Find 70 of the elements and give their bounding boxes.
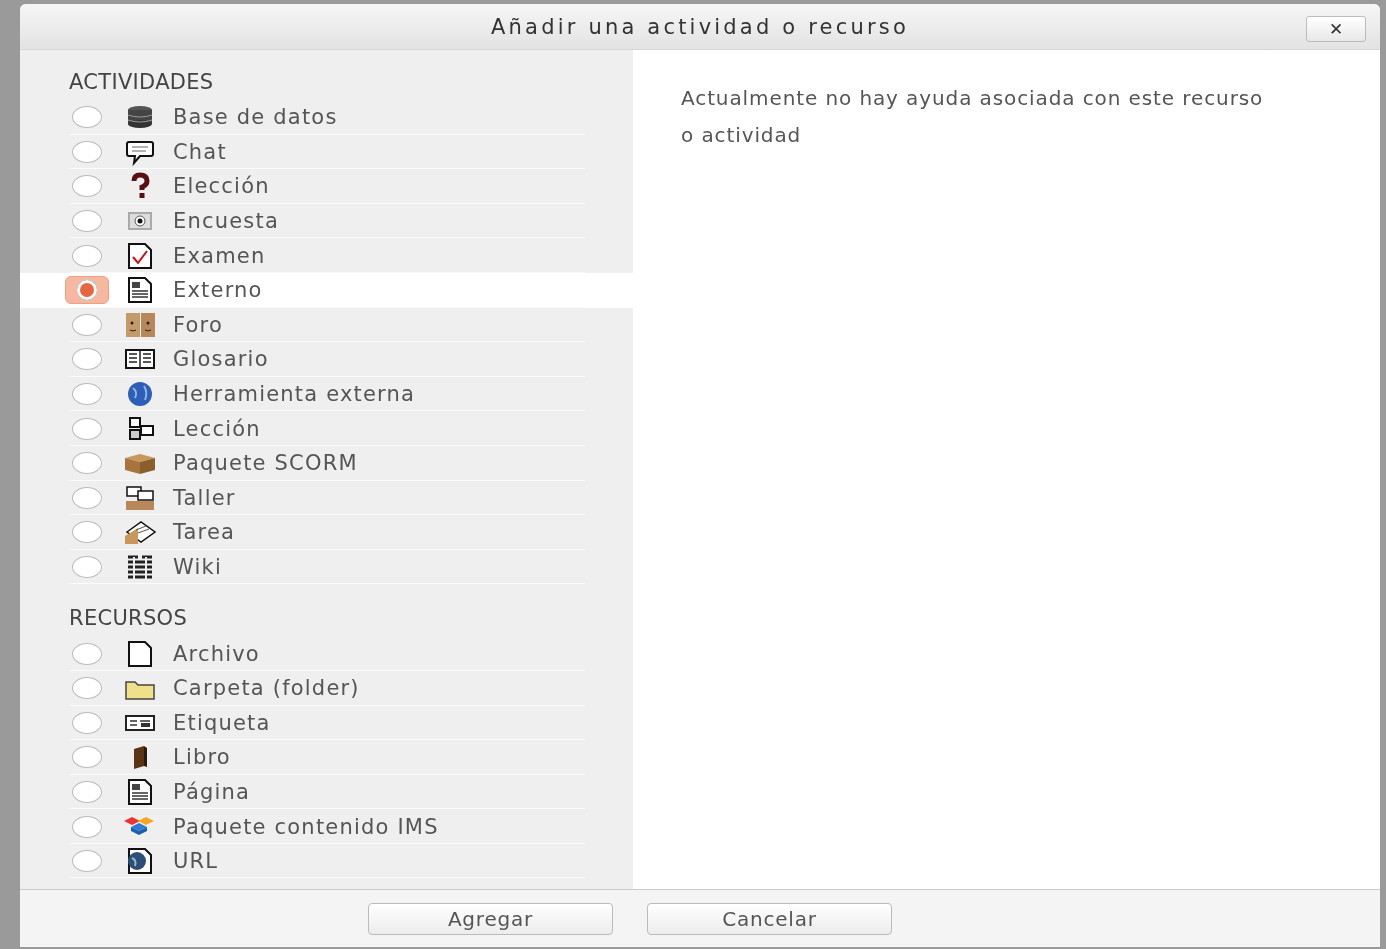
option-label: Wiki: [173, 555, 222, 579]
option-label: Chat: [173, 139, 227, 164]
option-label: Etiqueta: [173, 710, 271, 735]
radio-button[interactable]: [72, 210, 102, 233]
option-label: Carpeta (folder): [173, 676, 360, 701]
add-button[interactable]: Agregar: [368, 902, 613, 935]
radio-button[interactable]: [72, 417, 102, 440]
option-row[interactable]: Paquete SCORM: [20, 445, 633, 481]
option-row[interactable]: Chat: [20, 134, 633, 170]
radio-button[interactable]: [72, 556, 102, 578]
option-label: Libro: [173, 745, 231, 770]
option-row[interactable]: Archivo: [20, 636, 633, 671]
option-row[interactable]: Base de datos: [20, 100, 633, 135]
option-label: Página: [173, 780, 251, 804]
option-row[interactable]: Carpeta (folder): [20, 670, 633, 706]
radio-button[interactable]: [72, 677, 102, 700]
option-label: Tarea: [173, 520, 236, 545]
option-row[interactable]: Lección: [20, 411, 633, 446]
option-row[interactable]: Página: [20, 774, 633, 810]
option-label: Encuesta: [173, 209, 279, 234]
option-row[interactable]: Taller: [20, 480, 633, 516]
radio-button[interactable]: [72, 175, 102, 198]
radio-button[interactable]: [72, 815, 102, 838]
option-label: Herramienta externa: [173, 382, 416, 407]
option-label: Paquete SCORM: [173, 451, 358, 476]
radio-button[interactable]: [72, 140, 102, 163]
radio-button[interactable]: [72, 642, 102, 665]
radio-button[interactable]: [72, 452, 102, 475]
option-row[interactable]: Libro: [20, 740, 633, 775]
radio-button[interactable]: [72, 746, 102, 769]
close-button[interactable]: ✕: [1306, 16, 1366, 42]
option-row[interactable]: URL: [20, 843, 633, 879]
option-row[interactable]: Wiki: [20, 549, 633, 585]
section-heading: ACTIVIDADES: [68, 69, 215, 96]
radio-button[interactable]: [72, 781, 102, 803]
radio-button[interactable]: [65, 276, 109, 305]
option-label: Paquete contenido IMS: [173, 814, 439, 839]
option-label: Lección: [173, 416, 261, 441]
radio-button[interactable]: [72, 383, 102, 406]
radio-button[interactable]: [72, 486, 102, 509]
option-row[interactable]: Glosario: [20, 342, 633, 377]
radio-button[interactable]: [72, 521, 102, 544]
radio-button[interactable]: [72, 313, 102, 336]
option-row[interactable]: Etiqueta: [20, 705, 633, 741]
radio-button[interactable]: [72, 348, 102, 371]
option-label: Glosario: [173, 347, 269, 372]
option-row[interactable]: Foro: [20, 307, 633, 343]
option-row[interactable]: Externo: [20, 272, 633, 308]
option-label: Foro: [173, 312, 223, 337]
option-row[interactable]: Elección: [20, 169, 633, 204]
radio-button[interactable]: [72, 106, 102, 129]
cancel-button[interactable]: Cancelar: [647, 902, 892, 935]
section-heading: RECURSOS: [68, 605, 189, 633]
radio-button[interactable]: [72, 711, 102, 734]
option-label: Taller: [173, 485, 236, 510]
option-row[interactable]: Paquete contenido IMS: [20, 809, 633, 844]
help-text: Actualmente no hay ayuda asociada con este recurso o actividad: [681, 85, 1265, 149]
option-label: URL: [173, 849, 219, 874]
option-label: Base de datos: [173, 105, 338, 130]
radio-button[interactable]: [72, 244, 102, 267]
option-label: Examen: [173, 243, 266, 268]
option-label: Archivo: [173, 641, 260, 666]
option-row[interactable]: Encuesta: [20, 203, 633, 239]
option-row[interactable]: Examen: [20, 238, 633, 273]
option-label: Externo: [173, 278, 263, 303]
radio-button[interactable]: [72, 850, 102, 873]
option-row[interactable]: Herramienta externa: [20, 376, 633, 412]
option-row[interactable]: Tarea: [20, 515, 633, 550]
dialog-title: Añadir una actividad o recurso: [491, 14, 909, 39]
option-label: Elección: [173, 174, 270, 199]
